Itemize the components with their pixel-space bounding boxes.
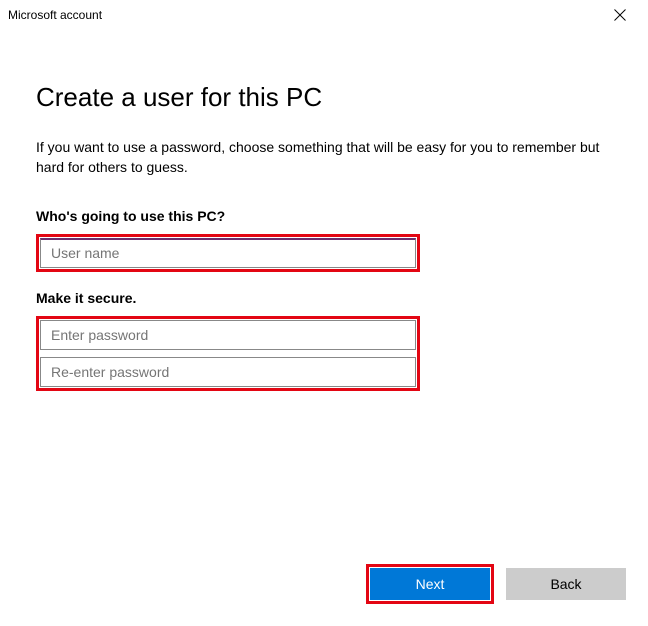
footer-buttons: Next Back — [366, 564, 626, 604]
password-section-label: Make it secure. — [36, 290, 612, 306]
window-title: Microsoft account — [8, 8, 102, 22]
back-button[interactable]: Back — [506, 568, 626, 600]
username-input[interactable] — [40, 238, 416, 268]
close-icon — [614, 9, 626, 21]
page-title: Create a user for this PC — [36, 82, 612, 113]
titlebar: Microsoft account — [0, 0, 648, 30]
username-highlight — [36, 234, 420, 272]
password-input[interactable] — [40, 320, 416, 350]
password-highlight — [36, 316, 420, 391]
reenter-password-input[interactable] — [40, 357, 416, 387]
content-area: Create a user for this PC If you want to… — [0, 30, 648, 391]
next-button[interactable]: Next — [370, 568, 490, 600]
username-section-label: Who's going to use this PC? — [36, 208, 612, 224]
close-button[interactable] — [600, 0, 640, 30]
page-description: If you want to use a password, choose so… — [36, 137, 612, 178]
next-button-highlight: Next — [366, 564, 494, 604]
